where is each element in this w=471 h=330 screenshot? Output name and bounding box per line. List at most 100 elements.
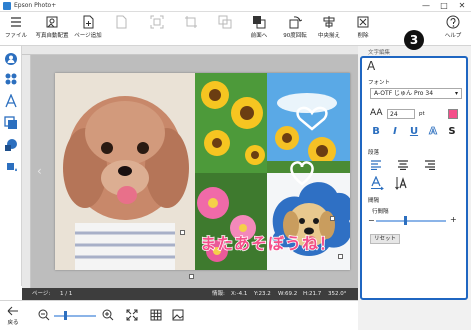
increase-spacing-button[interactable]: +	[450, 215, 457, 224]
horizontal-ruler	[22, 46, 360, 55]
font-size-glyph: AA	[370, 108, 383, 118]
app-logo-icon	[3, 2, 11, 10]
crop-icon	[185, 16, 197, 28]
text-edit-panel: A フォント A-OTF じゅん Pro 34 ▾ AA 24 pt B I U…	[360, 56, 468, 300]
maximize-button[interactable]: □	[435, 0, 453, 12]
h-value: H:21.7	[303, 291, 322, 297]
align-left-icon[interactable]	[370, 160, 382, 170]
person-icon[interactable]	[4, 52, 18, 66]
decrease-spacing-button[interactable]: −	[368, 216, 375, 225]
layout-icon	[116, 15, 127, 29]
line-spacing-label: 行間隔	[372, 209, 389, 215]
status-bar: ページ: 1 / 1 情報: X:-4.1 Y:23.2 W:69.2 H:21…	[22, 288, 360, 300]
selection-handle[interactable]	[338, 254, 343, 259]
center-align-button[interactable]: 中央揃え	[314, 14, 344, 44]
delete-button[interactable]: 削除	[352, 14, 374, 44]
editing-canvas[interactable]: ‹ ›	[22, 46, 360, 288]
add-page-button[interactable]: ページ追加	[72, 14, 104, 44]
grid-icon[interactable]	[150, 309, 162, 321]
left-tool-bar	[0, 46, 22, 286]
angle-value: 352.0°	[328, 291, 347, 297]
italic-button[interactable]: I	[389, 126, 401, 138]
overlay-caption-text[interactable]: またあそぼうね！	[199, 230, 336, 254]
page-value: 1 / 1	[60, 291, 73, 297]
y-value: Y:23.2	[254, 291, 271, 297]
file-menu-button[interactable]: ファイル	[4, 14, 28, 44]
chevron-down-icon: ▾	[454, 90, 458, 97]
layout-button[interactable]	[110, 14, 132, 44]
bring-front-icon	[253, 16, 266, 29]
minimize-button[interactable]: —	[417, 0, 435, 12]
line-spacing-slider-thumb[interactable]	[404, 216, 407, 225]
back-arrow-icon	[7, 306, 18, 316]
help-button[interactable]: ヘルプ	[442, 14, 464, 44]
vertical-text-icon[interactable]	[395, 176, 409, 190]
zoom-slider-thumb[interactable]	[64, 311, 67, 320]
paragraph-label: 段落	[368, 150, 380, 156]
font-size-unit: pt	[419, 111, 425, 117]
align-right-icon[interactable]	[424, 160, 436, 170]
zoom-in-icon[interactable]	[102, 309, 114, 321]
font-label: フォント	[368, 80, 391, 86]
horizontal-text-icon[interactable]	[370, 176, 384, 190]
photo-layout-page[interactable]: またあそぼうね！	[55, 73, 350, 270]
image-preview-icon[interactable]	[172, 309, 184, 321]
center-align-icon	[323, 16, 335, 28]
fit-frame-button[interactable]	[146, 14, 168, 44]
font-select[interactable]: A-OTF じゅん Pro 34 ▾	[370, 88, 462, 99]
crop-button[interactable]	[180, 14, 202, 44]
text-glyph-icon: A	[367, 59, 376, 73]
callout-number-badge: 3	[404, 30, 424, 50]
main-toolbar: ファイル 写真自動配置 ページ追加 前面へ 90度回転 中央揃え 削除 ヘルプ	[0, 12, 471, 46]
vertical-ruler	[22, 55, 31, 288]
outline-button[interactable]: A	[427, 126, 439, 138]
panel-header: 文字編集	[368, 50, 391, 56]
w-value: W:69.2	[278, 291, 298, 297]
info-label: 情報:	[212, 291, 225, 297]
delete-icon	[357, 16, 369, 28]
cosmos-flower-photo[interactable]	[195, 173, 267, 270]
close-button[interactable]: ✕	[453, 0, 471, 12]
shadow-button[interactable]: S	[446, 126, 458, 138]
sunflower-photo[interactable]	[195, 73, 267, 173]
rotate-icon	[289, 16, 302, 29]
spacing-label: 間隔	[368, 198, 380, 204]
text-icon[interactable]	[4, 94, 18, 108]
fill-icon[interactable]	[4, 160, 18, 174]
selection-handle[interactable]	[330, 216, 335, 221]
window-title: Epson Photo+	[14, 2, 57, 9]
fit-frame-icon	[150, 15, 164, 29]
align-center-icon[interactable]	[397, 160, 409, 170]
underline-button[interactable]: U	[408, 126, 420, 138]
poodle-photo[interactable]	[55, 73, 195, 270]
text-color-swatch[interactable]	[448, 109, 458, 119]
fit-screen-icon[interactable]	[126, 309, 138, 321]
previous-page-arrow-icon[interactable]: ‹	[37, 164, 42, 178]
auto-layout-button[interactable]: 写真自動配置	[32, 14, 72, 44]
title-bar: Epson Photo+ — □ ✕	[0, 0, 471, 12]
x-value: X:-4.1	[231, 291, 248, 297]
add-page-icon	[83, 15, 94, 29]
copy-button[interactable]	[214, 14, 236, 44]
line-spacing-slider-track[interactable]	[376, 220, 446, 222]
background-icon[interactable]	[4, 138, 18, 152]
page-label: ページ:	[32, 291, 51, 297]
font-size-select[interactable]: 24	[387, 109, 415, 119]
auto-layout-icon	[46, 16, 58, 28]
selection-handle[interactable]	[189, 274, 194, 279]
copy-icon	[218, 15, 232, 29]
bottom-bar: 戻る	[0, 300, 360, 330]
hamburger-menu-icon	[11, 17, 21, 27]
zoom-out-icon[interactable]	[38, 309, 50, 321]
help-icon	[446, 15, 460, 29]
frame-icon[interactable]	[4, 116, 18, 130]
rotate-button[interactable]: 90度回転	[278, 14, 312, 44]
stamp-icon[interactable]	[4, 72, 18, 86]
bold-button[interactable]: B	[370, 126, 382, 138]
reset-button[interactable]: リセット	[370, 234, 400, 244]
heart-outline-icon	[290, 161, 314, 186]
selection-handle[interactable]	[180, 230, 185, 235]
bring-front-button[interactable]: 前面へ	[246, 14, 272, 44]
zoom-slider-track[interactable]	[54, 315, 96, 317]
back-button[interactable]: 戻る	[5, 306, 21, 326]
